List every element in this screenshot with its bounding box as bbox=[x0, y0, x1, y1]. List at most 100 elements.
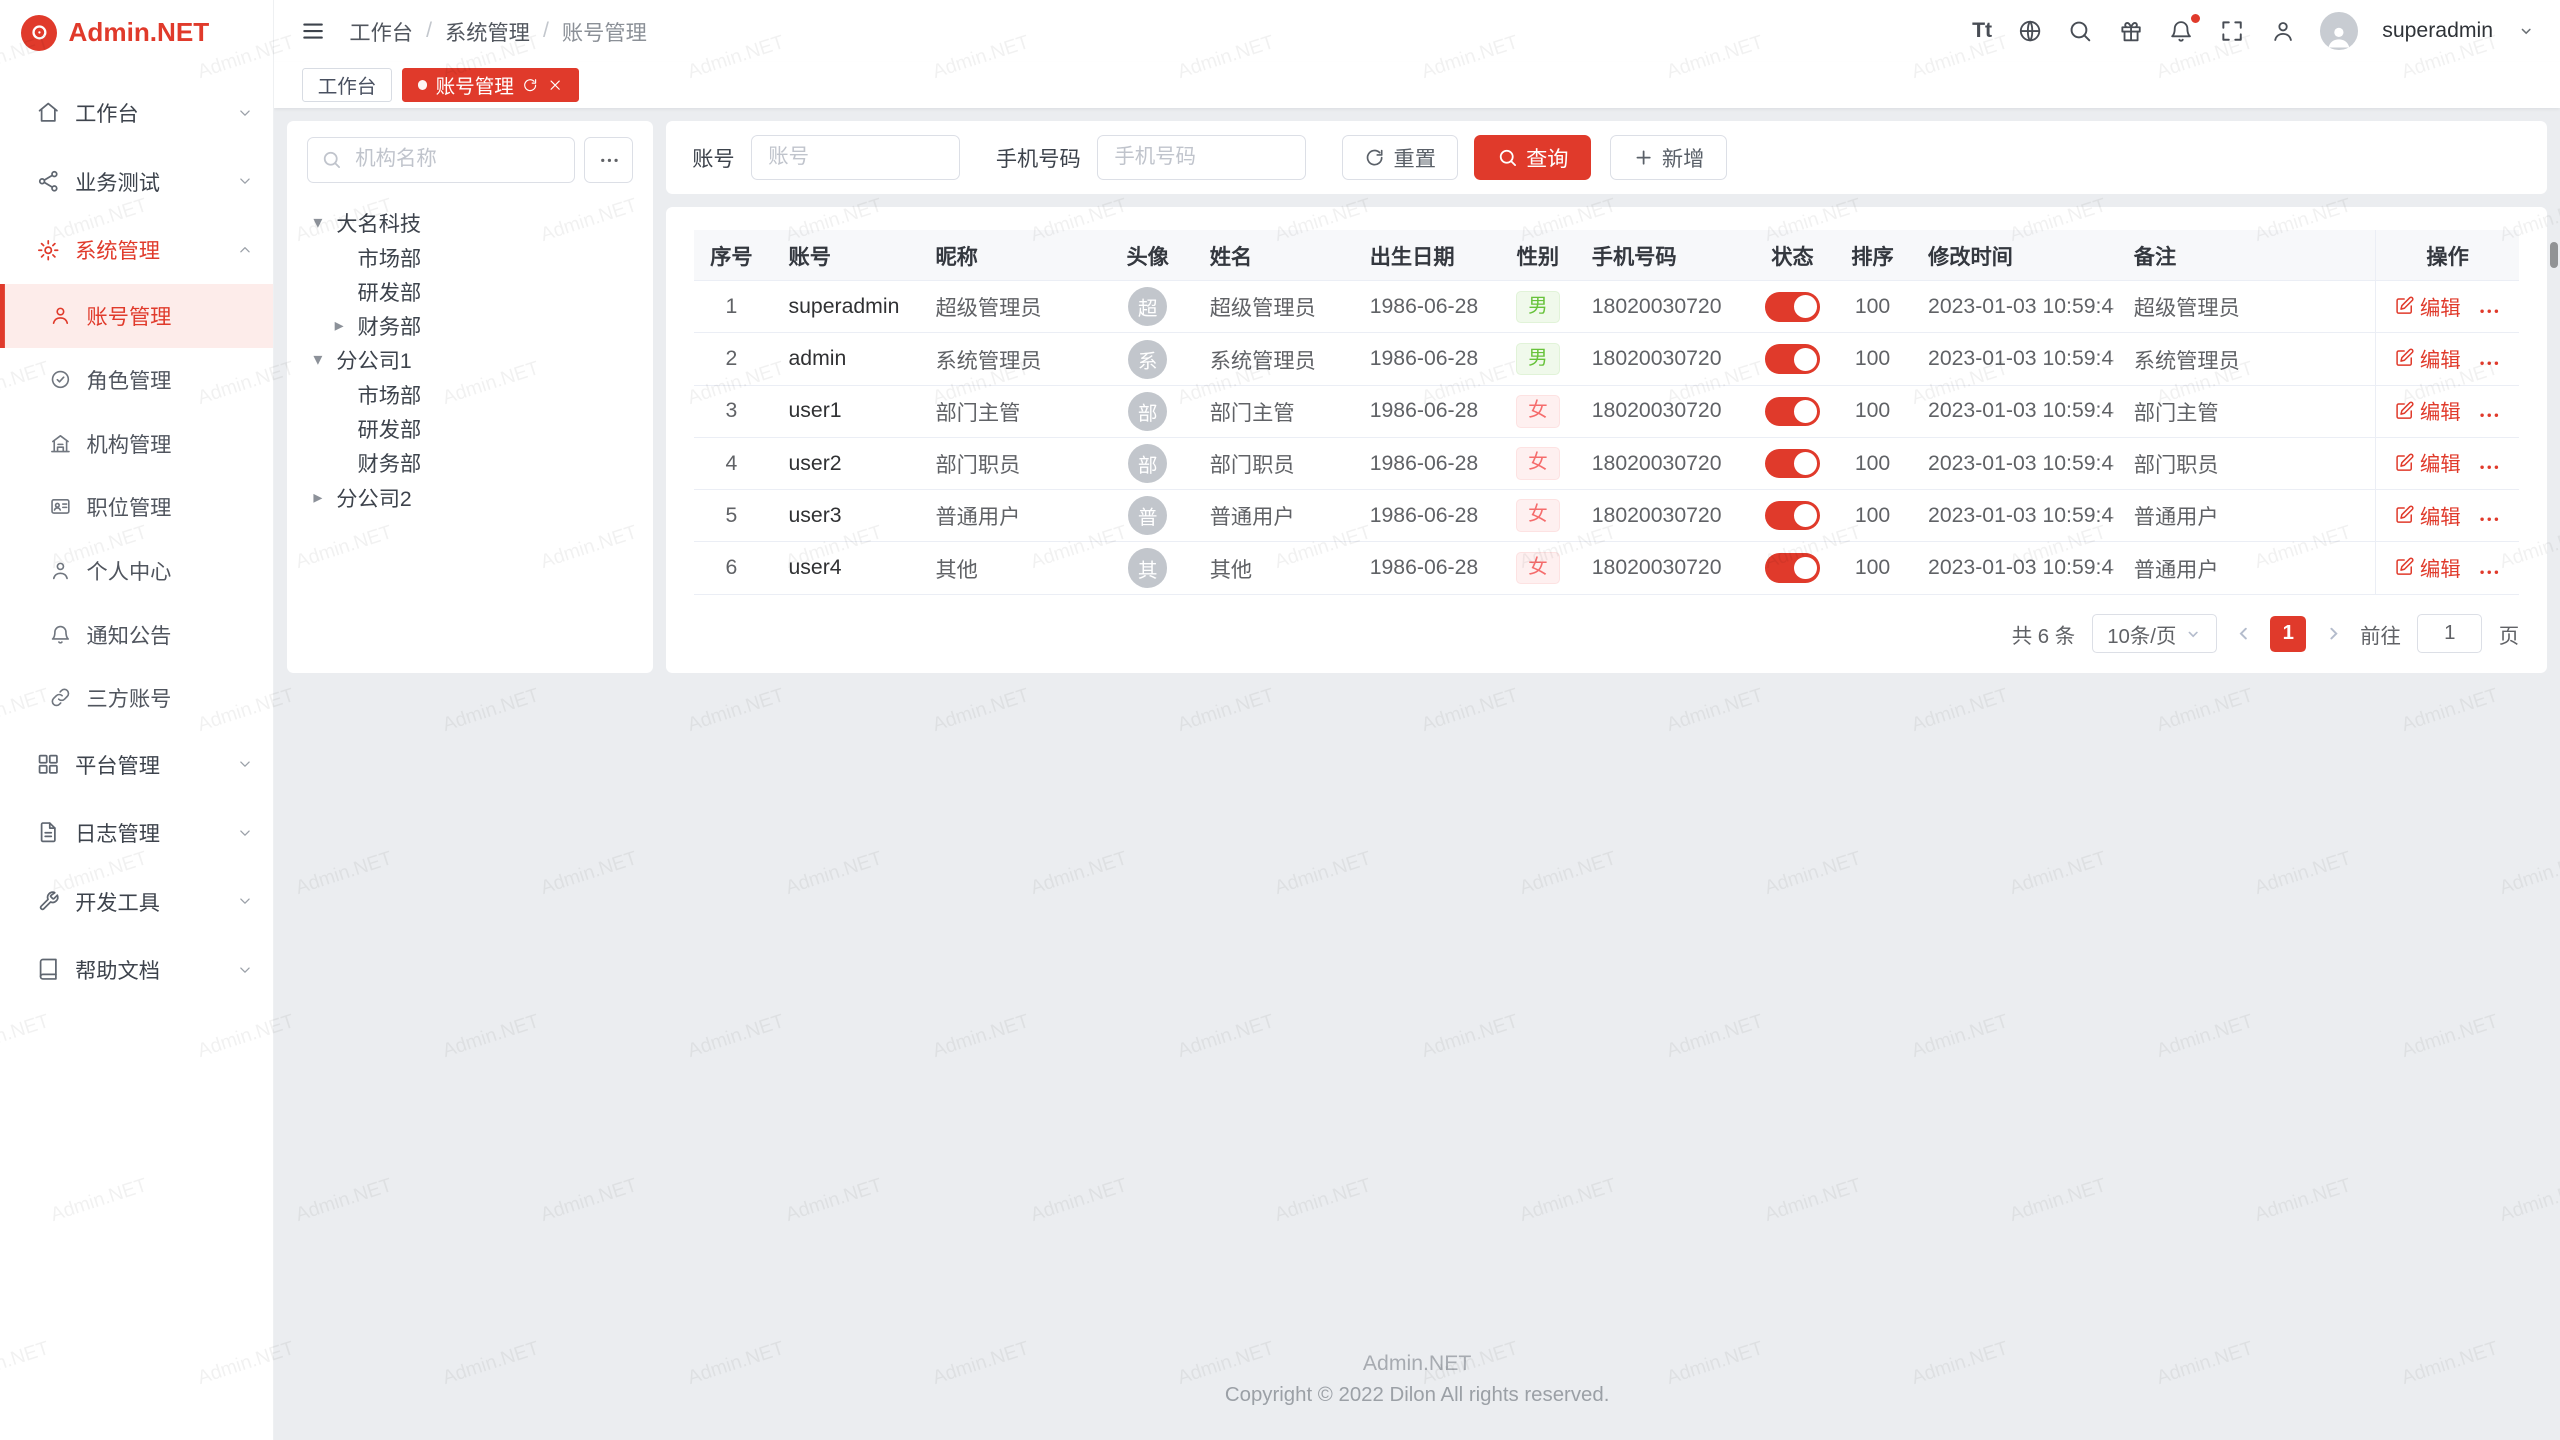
add-button[interactable]: 新增 bbox=[1610, 135, 1726, 181]
phone-input[interactable] bbox=[1097, 135, 1306, 181]
search-icon[interactable] bbox=[2067, 18, 2093, 44]
status-toggle[interactable] bbox=[1765, 397, 1821, 426]
sidebar-item[interactable]: 开发工具 bbox=[0, 867, 273, 936]
footer-copyright: Copyright © 2022 Dilon All rights reserv… bbox=[287, 1384, 2547, 1407]
prev-page-button[interactable] bbox=[2233, 623, 2254, 644]
tree-node[interactable]: ▸分公司2 bbox=[307, 480, 634, 514]
tree-node[interactable]: ▾分公司1 bbox=[307, 343, 634, 377]
tree-node[interactable]: 市场部 bbox=[307, 240, 634, 274]
cell-remark: 部门职员 bbox=[2114, 437, 2375, 489]
next-page-button[interactable] bbox=[2323, 623, 2344, 644]
sidebar-subitem[interactable]: 角色管理 bbox=[0, 348, 273, 412]
more-actions-button[interactable] bbox=[2477, 507, 2501, 531]
cell-modified: 2023-01-03 10:59:44 bbox=[1908, 385, 2114, 437]
tree-caret-icon[interactable]: ▸ bbox=[313, 487, 336, 508]
goto-page-input[interactable] bbox=[2417, 614, 2482, 653]
sidebar-subitem[interactable]: 通知公告 bbox=[0, 602, 273, 666]
sidebar-subitem[interactable]: 三方账号 bbox=[0, 666, 273, 730]
cell-avatar: 普 bbox=[1105, 490, 1190, 542]
sidebar-item[interactable]: 帮助文档 bbox=[0, 935, 273, 1004]
account-input[interactable] bbox=[751, 135, 960, 181]
more-actions-button[interactable] bbox=[2477, 299, 2501, 323]
tree-node-label: 财务部 bbox=[358, 447, 422, 478]
pagination: 共 6 条 10条/页 1 bbox=[694, 614, 2519, 653]
breadcrumb-item[interactable]: 工作台 bbox=[349, 16, 413, 47]
avatar[interactable] bbox=[2320, 12, 2358, 50]
page-size-select[interactable]: 10条/页 bbox=[2092, 614, 2217, 653]
breadcrumb-item[interactable]: 系统管理 bbox=[445, 16, 530, 47]
close-icon[interactable] bbox=[547, 77, 563, 93]
org-search-input[interactable] bbox=[352, 147, 561, 173]
edit-button[interactable]: 编辑 bbox=[2394, 395, 2461, 425]
user-icon bbox=[49, 304, 72, 327]
hamburger-menu-icon[interactable] bbox=[300, 18, 326, 44]
cell-status bbox=[1748, 385, 1836, 437]
cell-birthday: 1986-06-28 bbox=[1350, 385, 1503, 437]
tree-node[interactable]: ▸财务部 bbox=[307, 308, 634, 342]
sidebar-subitem[interactable]: 机构管理 bbox=[0, 411, 273, 475]
sidebar-item[interactable]: 平台管理 bbox=[0, 730, 273, 799]
more-actions-button[interactable] bbox=[2477, 351, 2501, 375]
gender-tag: 女 bbox=[1516, 499, 1560, 532]
edit-button[interactable]: 编辑 bbox=[2394, 447, 2461, 477]
grid-icon bbox=[36, 752, 60, 776]
edit-button[interactable]: 编辑 bbox=[2394, 500, 2461, 530]
tree-caret-icon[interactable]: ▾ bbox=[313, 349, 336, 370]
status-toggle[interactable] bbox=[1765, 501, 1821, 530]
tree-node[interactable]: 市场部 bbox=[307, 377, 634, 411]
accounts-table-card: 序号账号昵称头像姓名出生日期性别手机号码状态排序修改时间备注操作 1supera… bbox=[666, 207, 2547, 673]
more-actions-button[interactable] bbox=[2477, 455, 2501, 479]
sidebar-item-label: 日志管理 bbox=[75, 817, 221, 848]
cell-actions: 编辑 bbox=[2376, 281, 2520, 333]
column-header: 状态 bbox=[1748, 230, 1836, 281]
scrollbar-thumb[interactable] bbox=[2550, 242, 2558, 268]
status-toggle[interactable] bbox=[1765, 449, 1821, 478]
cell-sort: 100 bbox=[1837, 281, 1909, 333]
chevron-down-icon[interactable] bbox=[2518, 23, 2534, 39]
sidebar-item[interactable]: 系统管理 bbox=[0, 215, 273, 284]
notification-bell-icon[interactable] bbox=[2168, 18, 2194, 44]
fullscreen-icon[interactable] bbox=[2219, 18, 2245, 44]
tree-node[interactable]: ▾大名科技 bbox=[307, 206, 634, 240]
tab-item[interactable]: 账号管理 bbox=[402, 68, 579, 102]
cell-remark: 超级管理员 bbox=[2114, 281, 2375, 333]
tree-caret-icon[interactable]: ▸ bbox=[335, 315, 358, 336]
sidebar-item[interactable]: 日志管理 bbox=[0, 798, 273, 867]
sidebar-subitem[interactable]: 账号管理 bbox=[0, 284, 273, 348]
status-toggle[interactable] bbox=[1765, 344, 1821, 373]
language-icon[interactable] bbox=[2017, 18, 2043, 44]
search-button[interactable]: 查询 bbox=[1474, 135, 1590, 181]
username[interactable]: superadmin bbox=[2382, 19, 2493, 43]
status-toggle[interactable] bbox=[1765, 292, 1821, 321]
edit-button[interactable]: 编辑 bbox=[2394, 552, 2461, 582]
org-tree: ▾大名科技市场部研发部▸财务部▾分公司1市场部研发部财务部▸分公司2 bbox=[307, 206, 634, 515]
edit-button[interactable]: 编辑 bbox=[2394, 343, 2461, 373]
tree-node[interactable]: 研发部 bbox=[307, 411, 634, 445]
tree-node[interactable]: 研发部 bbox=[307, 274, 634, 308]
font-size-icon[interactable]: Tt bbox=[1972, 18, 1992, 44]
user-settings-icon[interactable] bbox=[2270, 18, 2296, 44]
cell-index: 4 bbox=[694, 437, 769, 489]
more-actions-button[interactable] bbox=[2477, 403, 2501, 427]
more-actions-button[interactable] bbox=[2477, 560, 2501, 584]
edit-button[interactable]: 编辑 bbox=[2394, 291, 2461, 321]
sidebar-subitem[interactable]: 职位管理 bbox=[0, 475, 273, 539]
logo-icon bbox=[21, 15, 57, 51]
refresh-icon[interactable] bbox=[522, 77, 538, 93]
sidebar-item[interactable]: 业务测试 bbox=[0, 147, 273, 216]
theme-icon[interactable] bbox=[2118, 18, 2144, 44]
sidebar-item[interactable]: 工作台 bbox=[0, 78, 273, 147]
tab-item[interactable]: 工作台 bbox=[302, 68, 392, 102]
tree-more-button[interactable] bbox=[584, 137, 633, 183]
tree-caret-icon[interactable]: ▾ bbox=[313, 212, 336, 233]
sidebar: Admin.NET 工作台业务测试系统管理账号管理角色管理机构管理职位管理个人中… bbox=[0, 0, 274, 1440]
reset-button[interactable]: 重置 bbox=[1342, 135, 1458, 181]
tree-node[interactable]: 财务部 bbox=[307, 446, 634, 480]
app-logo[interactable]: Admin.NET bbox=[0, 0, 273, 65]
avatar: 部 bbox=[1128, 444, 1167, 483]
status-toggle[interactable] bbox=[1765, 553, 1821, 582]
cell-actions: 编辑 bbox=[2376, 437, 2520, 489]
sidebar-subitem[interactable]: 个人中心 bbox=[0, 539, 273, 603]
page-number-button[interactable]: 1 bbox=[2270, 616, 2306, 652]
test-icon bbox=[36, 169, 60, 193]
